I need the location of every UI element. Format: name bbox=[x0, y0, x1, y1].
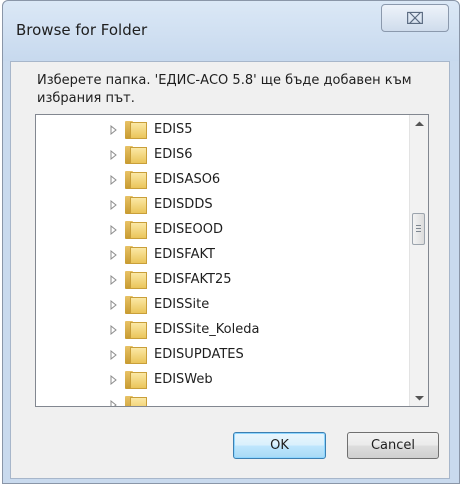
vertical-scrollbar[interactable] bbox=[409, 115, 428, 406]
expand-arrow-icon[interactable] bbox=[108, 124, 118, 136]
tree-item[interactable] bbox=[36, 393, 406, 406]
expand-arrow-icon[interactable] bbox=[108, 374, 118, 386]
tree-item[interactable]: EDISDDS bbox=[36, 193, 406, 217]
folder-icon bbox=[125, 371, 147, 389]
thumb-grip-line bbox=[416, 225, 421, 226]
dialog-body: Изберете папка. 'ЕДИС-АСО 5.8' ще бъде д… bbox=[10, 61, 450, 479]
folder-icon bbox=[125, 396, 147, 406]
tree-item[interactable]: EDIS6 bbox=[36, 143, 406, 167]
tree-item[interactable]: EDISEOOD bbox=[36, 218, 406, 242]
expand-arrow-icon[interactable] bbox=[108, 324, 118, 336]
folder-icon bbox=[125, 346, 147, 364]
scroll-up-button[interactable] bbox=[410, 115, 428, 132]
tree-item[interactable]: EDISASO6 bbox=[36, 168, 406, 192]
tree-item[interactable]: EDISSite_Koleda bbox=[36, 318, 406, 342]
ok-button[interactable]: OK bbox=[233, 432, 326, 459]
expand-arrow-icon[interactable] bbox=[108, 274, 118, 286]
folder-icon bbox=[125, 296, 147, 314]
tree-item-label: EDIS6 bbox=[154, 147, 193, 162]
expand-arrow-icon[interactable] bbox=[108, 199, 118, 211]
tree-item[interactable]: EDISUPDATES bbox=[36, 343, 406, 367]
chevron-up-icon bbox=[414, 121, 424, 126]
expand-arrow-icon[interactable] bbox=[108, 249, 118, 261]
expand-arrow-icon[interactable] bbox=[108, 174, 118, 186]
expand-arrow-icon[interactable] bbox=[108, 149, 118, 161]
tree-item-label: EDISEOOD bbox=[154, 222, 223, 237]
expand-arrow-icon[interactable] bbox=[108, 399, 118, 406]
folder-icon bbox=[125, 246, 147, 264]
folder-icon bbox=[125, 121, 147, 139]
folder-icon bbox=[125, 321, 147, 339]
tree-item[interactable]: EDIS5 bbox=[36, 118, 406, 142]
tree-item[interactable]: EDISSite bbox=[36, 293, 406, 317]
chevron-down-icon bbox=[414, 395, 424, 400]
title-bar[interactable]: Browse for Folder ⌧ bbox=[3, 1, 459, 61]
tree-item[interactable]: EDISFAKT25 bbox=[36, 268, 406, 292]
expand-arrow-icon[interactable] bbox=[108, 224, 118, 236]
tree-item-label: EDIS5 bbox=[154, 122, 193, 137]
thumb-grip-line bbox=[416, 231, 421, 232]
folder-tree[interactable]: EDIS5 EDIS6 EDISASO6 EDISDDS EDISEOOD EDISFAK… bbox=[35, 114, 429, 407]
browse-for-folder-dialog: Browse for Folder ⌧ Изберете папка. 'ЕДИ… bbox=[2, 0, 460, 484]
scrollbar-thumb[interactable] bbox=[412, 213, 425, 245]
tree-item[interactable]: EDISFAKT bbox=[36, 243, 406, 267]
expand-arrow-icon[interactable] bbox=[108, 299, 118, 311]
instruction-text: Изберете папка. 'ЕДИС-АСО 5.8' ще бъде д… bbox=[37, 73, 412, 106]
tree-item-label: EDISSite bbox=[154, 297, 210, 312]
window-title: Browse for Folder bbox=[16, 21, 148, 39]
close-button[interactable]: ⌧ bbox=[381, 4, 449, 32]
scroll-down-button[interactable] bbox=[410, 389, 428, 406]
tree-item-label: EDISFAKT bbox=[154, 247, 215, 262]
folder-icon bbox=[125, 221, 147, 239]
tree-item-label: EDISWeb bbox=[154, 372, 213, 387]
close-icon: ⌧ bbox=[405, 8, 425, 28]
tree-item-label: EDISFAKT25 bbox=[154, 272, 232, 287]
folder-icon bbox=[125, 146, 147, 164]
cancel-button[interactable]: Cancel bbox=[347, 432, 439, 459]
tree-item-label: EDISASO6 bbox=[154, 172, 221, 187]
tree-item-label: EDISSite_Koleda bbox=[154, 322, 260, 337]
folder-icon bbox=[125, 171, 147, 189]
folder-icon bbox=[125, 271, 147, 289]
expand-arrow-icon[interactable] bbox=[108, 349, 118, 361]
tree-item[interactable]: EDISWeb bbox=[36, 368, 406, 392]
folder-icon bbox=[125, 196, 147, 214]
thumb-grip-line bbox=[416, 228, 421, 229]
tree-item-label: EDISDDS bbox=[154, 197, 213, 212]
tree-item-label: EDISUPDATES bbox=[154, 347, 244, 362]
